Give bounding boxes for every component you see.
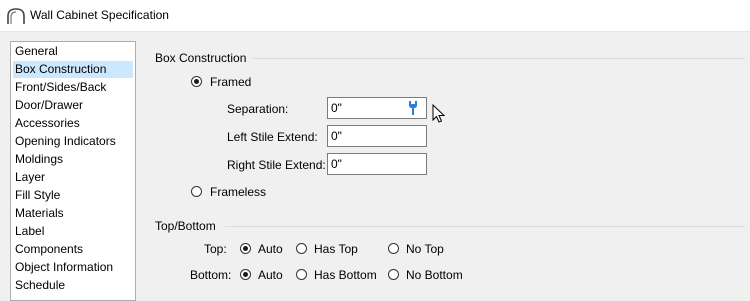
wrench-icon[interactable] (405, 100, 421, 116)
has-bottom-label[interactable]: Has Bottom (314, 268, 377, 282)
sidebar-item-object-information[interactable]: Object Information (13, 259, 133, 276)
sidebar-item-general[interactable]: General (13, 43, 133, 60)
category-list[interactable]: General Box Construction Front/Sides/Bac… (10, 41, 136, 301)
has-bottom-radio[interactable] (296, 269, 307, 280)
top-bottom-group-label: Top/Bottom (155, 219, 216, 233)
mouse-cursor-icon (432, 104, 446, 123)
sidebar-item-fill-style[interactable]: Fill Style (13, 187, 133, 204)
box-construction-group-label: Box Construction (155, 51, 247, 65)
top-label: Top: (204, 242, 227, 256)
frameless-radio[interactable] (191, 186, 202, 197)
group-divider (225, 226, 745, 227)
no-top-label[interactable]: No Top (406, 242, 444, 256)
right-stile-extend-field[interactable]: 0" (327, 153, 427, 175)
title-bar: Wall Cabinet Specification (0, 0, 750, 32)
frameless-label[interactable]: Frameless (210, 185, 266, 199)
no-top-radio[interactable] (388, 243, 399, 254)
sidebar-item-door-drawer[interactable]: Door/Drawer (13, 97, 133, 114)
bottom-label: Bottom: (190, 268, 232, 282)
sidebar-item-box-construction[interactable]: Box Construction (13, 61, 133, 78)
top-auto-label[interactable]: Auto (258, 242, 283, 256)
sidebar-item-materials[interactable]: Materials (13, 205, 133, 222)
separation-label: Separation: (227, 102, 289, 116)
has-top-radio[interactable] (296, 243, 307, 254)
app-arc-icon (7, 8, 25, 24)
sidebar-item-layer[interactable]: Layer (13, 169, 133, 186)
sidebar-item-components[interactable]: Components (13, 241, 133, 258)
window-title: Wall Cabinet Specification (30, 8, 169, 22)
sidebar-item-schedule[interactable]: Schedule (13, 277, 133, 294)
no-bottom-radio[interactable] (388, 269, 399, 280)
sidebar-item-accessories[interactable]: Accessories (13, 115, 133, 132)
framed-radio[interactable] (191, 76, 202, 87)
left-stile-extend-label: Left Stile Extend: (227, 130, 318, 144)
sidebar-item-opening-indicators[interactable]: Opening Indicators (13, 133, 133, 150)
left-stile-extend-field[interactable]: 0" (327, 125, 427, 147)
sidebar-item-label[interactable]: Label (13, 223, 133, 240)
sidebar-item-front-sides-back[interactable]: Front/Sides/Back (13, 79, 133, 96)
framed-label[interactable]: Framed (210, 75, 251, 89)
group-divider (253, 58, 745, 59)
bottom-auto-label[interactable]: Auto (258, 268, 283, 282)
has-top-label[interactable]: Has Top (314, 242, 358, 256)
sidebar-item-moldings[interactable]: Moldings (13, 151, 133, 168)
right-stile-extend-label: Right Stile Extend: (227, 158, 326, 172)
top-auto-radio[interactable] (240, 243, 251, 254)
no-bottom-label[interactable]: No Bottom (406, 268, 463, 282)
bottom-auto-radio[interactable] (240, 269, 251, 280)
